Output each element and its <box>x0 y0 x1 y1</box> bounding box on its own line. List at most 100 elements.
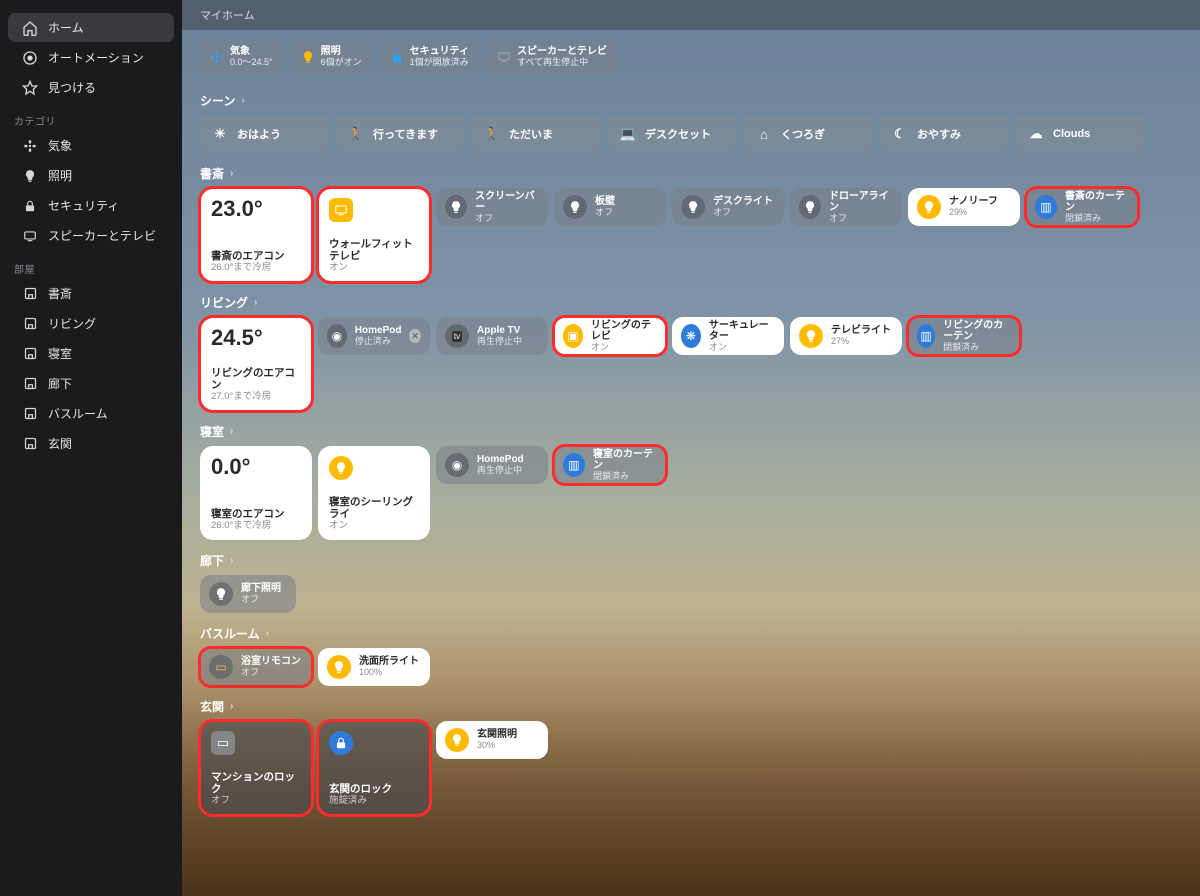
sidebar-room[interactable]: リビング <box>8 309 174 338</box>
accessory-tile-large[interactable]: ウォールフィットテレビオン <box>318 188 430 282</box>
accessory-tile[interactable]: 板壁オフ <box>554 188 666 226</box>
chevron-right-icon: › <box>230 701 233 712</box>
tile-name: HomePod <box>355 325 402 336</box>
accessory-tile[interactable]: スクリーンバーオフ <box>436 188 548 226</box>
sidebar-room[interactable]: 寝室 <box>8 339 174 368</box>
section-study[interactable]: 書斎› <box>182 153 1200 188</box>
bulb-icon <box>22 168 38 184</box>
accessory-tile[interactable]: ドローアラインオフ <box>790 188 902 226</box>
lock-icon <box>390 50 404 64</box>
section-hallway[interactable]: 廊下› <box>182 540 1200 575</box>
section-bedroom[interactable]: 寝室› <box>182 411 1200 446</box>
accessory-tile[interactable]: ▥リビングのカーテン閉鎖済み <box>908 317 1020 355</box>
sidebar-room-label: 廊下 <box>48 375 72 392</box>
sidebar-room[interactable]: 書斎 <box>8 279 174 308</box>
sidebar-nav-home[interactable]: ホーム <box>8 13 174 42</box>
sidebar-section-categories: カテゴリ <box>0 103 182 130</box>
room-icon <box>22 436 38 452</box>
section-entrance[interactable]: 玄関 › <box>182 686 1200 721</box>
section-label: 玄関 <box>200 698 224 715</box>
scene-button[interactable]: ☾おやすみ <box>880 115 1008 153</box>
accessory-tile-large[interactable]: ▭マンションのロックオフ <box>200 721 312 815</box>
accessory-tile[interactable]: ▥ 寝室のカーテン閉鎖済み <box>554 446 666 484</box>
accessory-tile[interactable]: 玄関照明30% <box>436 721 548 759</box>
status-pill[interactable]: セキュリティ1個が開放済み <box>380 40 479 74</box>
tile-name: 寝室のカーテン <box>593 449 657 471</box>
tile-icon: ▥ <box>563 453 585 477</box>
tile-name: デスクライト <box>713 196 773 207</box>
tile-icon <box>681 195 705 219</box>
sidebar: ホームオートメーション見つける カテゴリ 気象照明セキュリティスピーカーとテレビ… <box>0 0 182 896</box>
accessory-tile[interactable]: 洗面所ライト100% <box>318 648 430 686</box>
accessory-tile-large[interactable]: 玄関のロック施錠済み <box>318 721 430 815</box>
sidebar-nav-chat[interactable]: オートメーション <box>8 43 174 72</box>
tile-sub: 施錠済み <box>329 795 419 806</box>
tile-name: テレビライト <box>831 325 891 336</box>
accessory-tile-large[interactable]: 寝室のシーリングライオン <box>318 446 430 540</box>
accessory-tile-large[interactable]: 24.5°リビングのエアコン27.0°まで冷房 <box>200 317 312 411</box>
lock-icon <box>22 198 38 214</box>
bulb-icon <box>301 50 315 64</box>
tile-value: 24.5° <box>211 327 301 349</box>
tile-name: ナノリーフ <box>949 196 998 207</box>
status-pills: 気象0.0〜24.5°照明6個がオンセキュリティ1個が開放済みスピーカーとテレビ… <box>182 30 1200 80</box>
status-pill[interactable]: 気象0.0〜24.5° <box>200 40 283 74</box>
tv-icon <box>22 228 38 244</box>
section-living[interactable]: リビング› <box>182 282 1200 317</box>
accessory-tile[interactable]: 廊下照明オフ <box>200 575 296 613</box>
accessory-tile[interactable]: テレビライト27% <box>790 317 902 355</box>
scene-button[interactable]: ☁Clouds <box>1016 115 1144 153</box>
scene-icon: 🚶 <box>348 126 364 142</box>
accessory-tile[interactable]: ▣リビングのテレビオン <box>554 317 666 355</box>
scenes-row: ☀おはよう🚶行ってきます🚶ただいま 💻 デスクセット ⌂くつろぎ☾おやすみ☁Cloud… <box>182 115 1200 153</box>
scene-label: デスクセット <box>645 126 711 142</box>
tile-name: 玄関照明 <box>477 729 517 740</box>
tile-name: ウォールフィットテレビ <box>329 238 419 262</box>
accessory-tile[interactable]: ❋サーキュレーターオン <box>672 317 784 355</box>
accessory-tile[interactable]: デスクライトオフ <box>672 188 784 226</box>
scene-button[interactable]: 💻 デスクセット <box>608 115 736 153</box>
tile-sub: 閉鎖済み <box>593 471 657 482</box>
scene-button[interactable]: 🚶行ってきます <box>336 115 464 153</box>
status-pill[interactable]: スピーカーとテレビすべて再生停止中 <box>487 40 617 74</box>
accessory-tile[interactable]: ◉HomePod停止済み✕ <box>318 317 430 355</box>
sidebar-cat-bulb[interactable]: 照明 <box>8 161 174 190</box>
tile-sub: オフ <box>241 667 301 678</box>
accessory-tile[interactable]: ◉HomePod再生停止中 <box>436 446 548 484</box>
sidebar-cat-label: スピーカーとテレビ <box>48 227 156 244</box>
sidebar-room[interactable]: 廊下 <box>8 369 174 398</box>
sidebar-cat-lock[interactable]: セキュリティ <box>8 191 174 220</box>
scene-icon: 💻 <box>620 126 636 142</box>
room-row: ▭マンションのロックオフ玄関のロック施錠済み玄関照明30% <box>182 721 1200 815</box>
status-pill[interactable]: 照明6個がオン <box>291 40 372 74</box>
chat-icon <box>22 50 38 66</box>
tile-icon <box>563 195 587 219</box>
accessory-tile[interactable]: ナノリーフ29% <box>908 188 1020 226</box>
section-bath[interactable]: バスルーム› <box>182 613 1200 648</box>
tile-icon: ▣ <box>563 324 583 348</box>
tile-name: リビングのエアコン <box>211 367 301 391</box>
accessory-tile-large[interactable]: 0.0°寝室のエアコン26.0°まで冷房 <box>200 446 312 540</box>
chevron-right-icon: › <box>266 628 269 639</box>
sidebar-room-label: リビング <box>48 315 96 332</box>
sidebar-room[interactable]: バスルーム <box>8 399 174 428</box>
tile-name: リビングのカーテン <box>943 320 1011 342</box>
accessory-tile[interactable]: ▭浴室リモコンオフ <box>200 648 312 686</box>
room-row: 廊下照明オフ <box>182 575 1200 613</box>
sidebar-cat-tv[interactable]: スピーカーとテレビ <box>8 221 174 250</box>
scene-button[interactable]: ⌂くつろぎ <box>744 115 872 153</box>
sidebar-cat-fan[interactable]: 気象 <box>8 131 174 160</box>
sidebar-room-label: 玄関 <box>48 435 72 452</box>
section-scenes[interactable]: シーン › <box>182 80 1200 115</box>
sidebar-nav-star[interactable]: 見つける <box>8 73 174 102</box>
sidebar-room[interactable]: 玄関 <box>8 429 174 458</box>
tile-icon: ❋ <box>681 324 701 348</box>
accessory-tile[interactable]: tvApple TV再生停止中 <box>436 317 548 355</box>
tile-sub: 閉鎖済み <box>943 342 1011 353</box>
accessory-tile[interactable]: ▥書斎のカーテン閉鎖済み <box>1026 188 1138 226</box>
tile-icon <box>329 456 353 480</box>
scene-button[interactable]: 🚶ただいま <box>472 115 600 153</box>
tile-icon <box>917 195 941 219</box>
accessory-tile-large[interactable]: 23.0°書斎のエアコン26.0°まで冷房 <box>200 188 312 282</box>
scene-button[interactable]: ☀おはよう <box>200 115 328 153</box>
